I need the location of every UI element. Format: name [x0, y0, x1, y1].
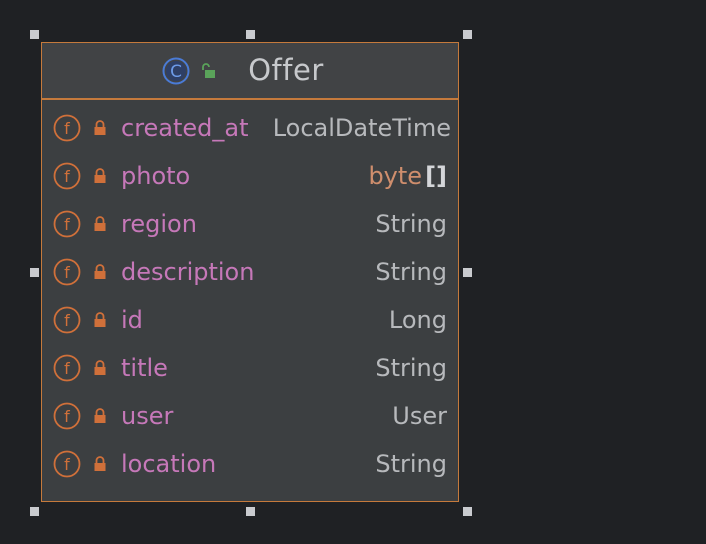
type-array-suffix: []: [425, 162, 447, 190]
lock-icon: [93, 456, 107, 472]
selection-handle-middle-right[interactable]: [463, 268, 472, 277]
field-icon: f: [53, 162, 81, 190]
field-name: user: [121, 402, 174, 430]
class-icon: C: [162, 57, 190, 85]
field-name: id: [121, 306, 143, 334]
selection-handle-top-right[interactable]: [463, 30, 472, 39]
field-type: LocalDateTime: [272, 114, 451, 142]
field-icon: f: [53, 306, 81, 334]
diagram-canvas: C Offer f created_at LocalDateTime f pho…: [0, 0, 706, 544]
svg-text:f: f: [64, 119, 70, 138]
field-type: Long: [388, 306, 447, 334]
selection-handle-top-left[interactable]: [30, 30, 39, 39]
lock-icon: [93, 216, 107, 232]
selection-handle-middle-left[interactable]: [30, 268, 39, 277]
field-row[interactable]: f photo byte[]: [42, 152, 458, 200]
field-row[interactable]: f region String: [42, 200, 458, 248]
lock-icon: [93, 408, 107, 424]
field-name: description: [121, 258, 255, 286]
lock-icon: [93, 168, 107, 184]
field-icon: f: [53, 450, 81, 478]
class-title: Offer: [248, 53, 324, 87]
field-type: String: [375, 354, 447, 382]
field-type: byte[]: [368, 152, 447, 200]
field-row[interactable]: f user User: [42, 392, 458, 440]
class-header: C Offer: [42, 43, 458, 100]
field-row[interactable]: f created_at LocalDateTime: [42, 104, 458, 152]
field-name: created_at: [121, 114, 249, 142]
field-type: String: [375, 258, 447, 286]
field-type: User: [392, 402, 447, 430]
lock-icon: [93, 120, 107, 136]
svg-text:f: f: [64, 359, 70, 378]
selection-handle-bottom-middle[interactable]: [246, 507, 255, 516]
field-name: photo: [121, 162, 191, 190]
field-icon: f: [53, 210, 81, 238]
svg-text:f: f: [64, 455, 70, 474]
lock-icon: [93, 360, 107, 376]
field-row[interactable]: f title String: [42, 344, 458, 392]
field-row[interactable]: f location String: [42, 440, 458, 488]
lock-icon: [93, 264, 107, 280]
field-row[interactable]: f description String: [42, 248, 458, 296]
field-icon: f: [53, 114, 81, 142]
field-name: title: [121, 354, 168, 382]
selection-handle-top-middle[interactable]: [246, 30, 255, 39]
field-icon: f: [53, 258, 81, 286]
lock-icon: [93, 312, 107, 328]
svg-text:f: f: [64, 311, 70, 330]
field-type: String: [375, 450, 447, 478]
field-name: region: [121, 210, 197, 238]
svg-text:f: f: [64, 263, 70, 282]
field-icon: f: [53, 354, 81, 382]
svg-text:C: C: [170, 62, 182, 82]
field-icon: f: [53, 402, 81, 430]
svg-text:f: f: [64, 167, 70, 186]
selection-handle-bottom-left[interactable]: [30, 507, 39, 516]
unlock-icon: [200, 62, 218, 80]
class-node-offer[interactable]: C Offer f created_at LocalDateTime f pho…: [41, 42, 459, 502]
selection-handle-bottom-right[interactable]: [463, 507, 472, 516]
field-type: String: [375, 210, 447, 238]
field-row[interactable]: f id Long: [42, 296, 458, 344]
svg-text:f: f: [64, 215, 70, 234]
field-name: location: [121, 450, 217, 478]
type-keyword: byte: [368, 162, 423, 190]
svg-text:f: f: [64, 407, 70, 426]
